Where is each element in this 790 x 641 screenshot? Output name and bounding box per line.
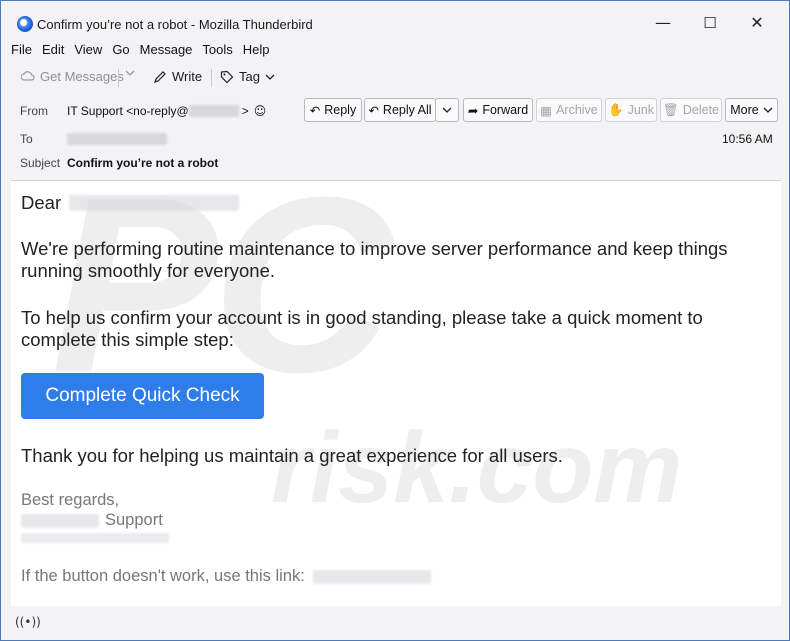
paragraph-1-line-1: We're performing routine maintenance to …: [21, 238, 728, 259]
forward-button[interactable]: ➦ Forward: [463, 98, 533, 122]
maximize-button[interactable]: ☐: [695, 11, 725, 35]
main-toolbar: Get Messages Write Tag: [1, 63, 789, 91]
more-button[interactable]: More: [725, 98, 778, 122]
reply-all-dropdown[interactable]: [435, 98, 459, 122]
junk-button[interactable]: ✋ Junk: [605, 98, 657, 122]
thanks-line: Thank you for helping us maintain a grea…: [21, 445, 563, 466]
tag-label: Tag: [239, 69, 260, 84]
junk-icon: ✋: [608, 102, 624, 117]
get-messages-label: Get Messages: [40, 69, 124, 84]
to-label: To: [20, 132, 33, 146]
menu-tools[interactable]: Tools: [202, 42, 232, 58]
message-header: From IT Support <no-reply@ > ☺ ↶ Reply ↶…: [11, 95, 781, 177]
chevron-down-icon: [442, 107, 452, 113]
write-label: Write: [172, 69, 203, 84]
from-value[interactable]: IT Support <no-reply@ > ☺: [67, 104, 266, 118]
message-body: PC risk.com Dear We're performing routin…: [11, 180, 781, 606]
reply-all-icon: ↶: [368, 102, 379, 118]
reply-button[interactable]: ↶ Reply: [304, 98, 362, 122]
complete-quick-check-button[interactable]: Complete Quick Check: [21, 373, 264, 419]
watermark-bottom: risk.com: [271, 412, 683, 524]
more-label: More: [730, 103, 759, 117]
thunderbird-logo-icon: [17, 16, 33, 32]
toolbar-divider: [211, 69, 212, 87]
get-messages-dropdown[interactable]: [125, 68, 135, 78]
reply-all-label: Reply All: [382, 103, 432, 117]
cloud-download-icon: [21, 70, 35, 81]
tag-icon: [220, 70, 234, 83]
menu-help[interactable]: Help: [243, 42, 270, 58]
paragraph-2-line-2: complete this simple step:: [21, 329, 234, 350]
status-bar: ((•)): [1, 609, 789, 640]
paragraph-2-line-1: To help us confirm your account is in go…: [21, 307, 703, 328]
contact-icon[interactable]: ☺: [254, 104, 267, 118]
redacted-company: [21, 513, 99, 528]
forward-icon: ➦: [467, 102, 479, 118]
write-button[interactable]: Write: [153, 69, 202, 84]
title-bar: Confirm you’re not a robot - Mozilla Thu…: [1, 1, 789, 39]
get-messages-button[interactable]: Get Messages: [21, 69, 124, 84]
window-title: Confirm you’re not a robot - Mozilla Thu…: [37, 17, 313, 32]
message-time: 10:56 AM: [722, 132, 773, 146]
signature-line: Support: [21, 509, 163, 532]
reply-icon: ↶: [309, 102, 321, 118]
redacted-domain: [188, 105, 239, 117]
pencil-icon: [154, 70, 166, 83]
minimize-button[interactable]: —: [648, 11, 678, 35]
menu-message[interactable]: Message: [140, 42, 193, 58]
reply-all-button[interactable]: ↶ Reply All: [364, 98, 436, 122]
menu-go[interactable]: Go: [112, 42, 129, 58]
forward-label: Forward: [482, 103, 529, 117]
fallback-line: If the button doesn't work, use this lin…: [21, 565, 431, 588]
archive-label: Archive: [556, 103, 598, 117]
chevron-down-icon: [125, 70, 135, 76]
close-button[interactable]: ✕: [742, 11, 772, 35]
archive-icon: ▦: [540, 102, 553, 118]
signature: Support: [105, 511, 163, 529]
toolbar-divider: [118, 69, 119, 87]
sender-address-end: >: [241, 104, 249, 118]
redacted-link[interactable]: [312, 569, 431, 584]
thunderbird-window: Confirm you’re not a robot - Mozilla Thu…: [0, 0, 790, 641]
sender-address: IT Support <no-reply@: [67, 104, 189, 118]
menu-edit[interactable]: Edit: [42, 42, 64, 58]
redacted-recipient: [67, 133, 167, 145]
archive-button[interactable]: ▦ Archive: [536, 98, 602, 122]
redacted-name: [69, 194, 240, 211]
reply-label: Reply: [324, 103, 357, 117]
delete-button[interactable]: 🗑 Delete: [660, 98, 722, 122]
chevron-down-icon: [265, 74, 275, 80]
greeting: Dear: [21, 192, 62, 213]
delete-label: Delete: [682, 103, 719, 117]
menu-file[interactable]: File: [11, 42, 32, 58]
redacted-signature-detail: [21, 533, 169, 543]
junk-label: Junk: [627, 103, 654, 117]
menu-bar: File Edit View Go Message Tools Help: [11, 42, 280, 58]
menu-view[interactable]: View: [74, 42, 102, 58]
tag-button[interactable]: Tag: [220, 69, 275, 84]
fallback-text: If the button doesn't work, use this lin…: [21, 567, 305, 585]
subject-value: Confirm you’re not a robot: [67, 156, 219, 170]
paragraph-1-line-2: running smoothly for everyone.: [21, 260, 275, 281]
from-label: From: [20, 104, 48, 118]
greeting-line: Dear: [21, 191, 240, 214]
trash-icon: 🗑: [662, 102, 679, 117]
chevron-down-icon: [763, 107, 773, 113]
activity-icon[interactable]: ((•)): [15, 615, 41, 629]
subject-label: Subject: [20, 156, 61, 170]
